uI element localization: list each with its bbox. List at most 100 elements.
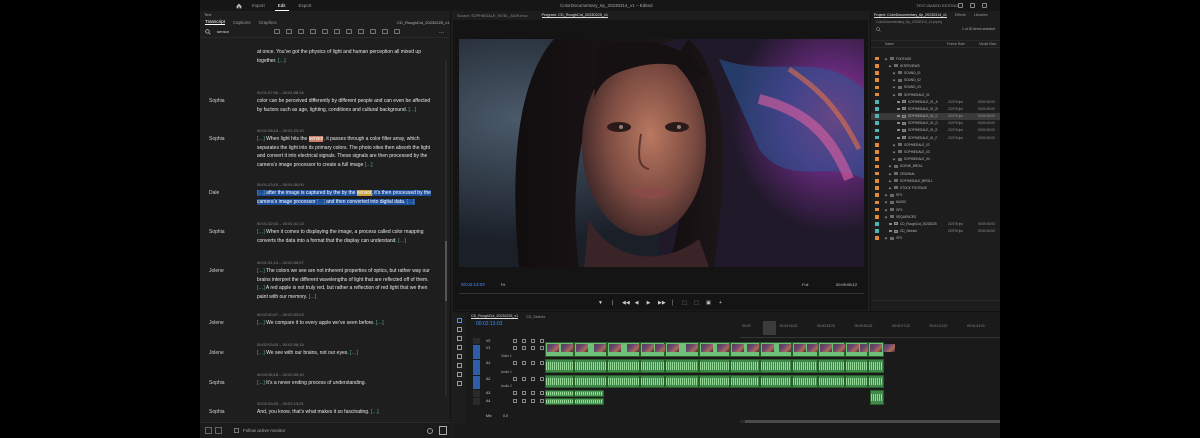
audio-clip[interactable]	[760, 359, 792, 373]
color-label[interactable]	[875, 78, 879, 82]
tab-effects[interactable]: Effects	[955, 13, 966, 17]
disclosure-triangle-icon[interactable]	[892, 71, 896, 75]
source-patch[interactable]	[473, 360, 480, 375]
transcript-line[interactable]: together. […]	[257, 58, 286, 64]
transcript-settings-icon[interactable]	[205, 427, 212, 434]
transcript-paragraph[interactable]: Sophia 00:01:08;18 – 00:01:23;10 […] When …	[200, 128, 445, 168]
color-label[interactable]	[875, 150, 879, 154]
workspaces-icon[interactable]	[958, 3, 963, 8]
monitor-time-ruler[interactable]	[459, 290, 864, 294]
mute-icon[interactable]	[531, 399, 535, 403]
project-item-row[interactable]: SOPHIEDALE_01_F 23.976 fps 00:00:00:00	[871, 134, 1000, 141]
tab-project[interactable]: Project: ColorDocumentary_6p_20230314_v1	[874, 13, 947, 18]
tab-libraries[interactable]: Libraries	[974, 13, 988, 17]
project-item-row[interactable]: INTERVIEWS	[871, 62, 1000, 69]
source-monitor-tab[interactable]: Source: SOPHIEDALE_INTEL_A029.mov	[457, 14, 528, 18]
transcript-paragraph[interactable]: Dale 00:01:23;10 – 00:01:30;00 […] after t…	[200, 182, 445, 222]
sync-lock-icon[interactable]	[522, 361, 526, 365]
audio-clip[interactable]	[607, 359, 640, 373]
speaker-name[interactable]: Sophia	[209, 229, 225, 235]
clip-type-icon[interactable]	[897, 129, 900, 132]
toggle-output-icon[interactable]	[540, 346, 544, 350]
add-button[interactable]: +	[718, 300, 723, 306]
transcript-paragraph[interactable]: Jolene 00:01:41;14 – 00:02:00;07 […] The c…	[200, 260, 445, 300]
clip-type-icon[interactable]	[897, 136, 900, 139]
eye-icon[interactable]	[531, 346, 535, 350]
sync-lock-icon[interactable]	[522, 391, 526, 395]
clip-type-icon[interactable]	[897, 115, 900, 118]
audio-clip[interactable]	[574, 390, 604, 397]
lock-icon[interactable]	[513, 361, 517, 365]
audio-clip[interactable]	[792, 375, 818, 388]
extract-button[interactable]: ⬚	[694, 300, 699, 306]
transcript-scrollbar[interactable]	[445, 61, 447, 396]
clip-type-icon[interactable]	[897, 107, 900, 110]
mute-icon[interactable]	[531, 361, 535, 365]
transcript-line[interactable]: camera’s image processor […] and then co…	[257, 198, 415, 205]
mark-out-button[interactable]: │	[670, 300, 675, 306]
project-item-row[interactable]: SOUND_02	[871, 77, 1000, 84]
transcript-body[interactable]: at once. You’ve got the physics of light…	[200, 49, 445, 419]
nav-import[interactable]: Import	[249, 0, 268, 11]
column-media-start[interactable]: Media Start	[979, 42, 996, 46]
ripple-edit-icon[interactable]	[457, 336, 462, 341]
disclosure-triangle-icon[interactable]	[888, 179, 892, 183]
speaker-name[interactable]: Dale	[209, 190, 219, 196]
step-back-button[interactable]: ◀◀	[622, 300, 630, 306]
quick-export-icon[interactable]	[970, 3, 975, 8]
transcript-line[interactable]: […] A red apple is not truly red, but ra…	[257, 285, 427, 291]
next-result-icon[interactable]	[286, 29, 292, 34]
transcript-line[interactable]: […] The colors we see are not inherent p…	[257, 268, 430, 274]
tab-captions[interactable]: Captions	[233, 20, 251, 25]
transcript-line[interactable]: at once. You’ve got the physics of light…	[257, 49, 421, 55]
project-item-row[interactable]: MUSIC	[871, 199, 1000, 206]
search-icon[interactable]	[205, 28, 211, 35]
project-item-row[interactable]: SOUND_01	[871, 69, 1000, 76]
overwrite-icon[interactable]	[358, 29, 364, 34]
audio-clip[interactable]	[730, 359, 760, 373]
project-item-row[interactable]: SOPHIEDALE_03	[871, 148, 1000, 155]
track-header[interactable]: A4	[473, 398, 743, 405]
timeline-timecode[interactable]: 00:02:13:03	[476, 321, 502, 327]
speaker-name[interactable]: Jolene	[209, 268, 224, 274]
column-frame-rate[interactable]: Frame Rate	[947, 42, 979, 46]
resolution-select[interactable]: Full	[802, 282, 808, 287]
audio-clip[interactable]	[545, 359, 574, 373]
lock-icon[interactable]	[513, 391, 517, 395]
project-item-row[interactable]: FOOTAGE	[871, 55, 1000, 62]
color-label[interactable]	[875, 121, 879, 126]
color-label[interactable]	[875, 207, 879, 212]
project-item-row[interactable]: SEQUENCES	[871, 213, 1000, 220]
create-captions-icon[interactable]	[439, 426, 447, 435]
lock-icon[interactable]	[513, 399, 517, 403]
transcript-line[interactable]: paint with our memory. […]	[257, 294, 316, 300]
pause-icon[interactable]	[322, 29, 328, 34]
disclosure-triangle-icon[interactable]	[884, 215, 888, 219]
transcript-line[interactable]: color can be perceived differently by di…	[257, 98, 430, 104]
program-video-frame[interactable]	[459, 39, 864, 267]
zoom-fit-select[interactable]: Fit	[501, 282, 505, 287]
audio-clip[interactable]	[545, 390, 574, 397]
transcript-view-icon[interactable]	[215, 427, 222, 434]
disclosure-triangle-icon[interactable]	[884, 236, 888, 240]
pen-tool-icon[interactable]	[457, 363, 462, 368]
audio-clip[interactable]	[845, 375, 868, 388]
transcript-search-input[interactable]: sensor	[217, 29, 272, 34]
play-button[interactable]: ▶	[646, 300, 651, 306]
lock-icon[interactable]	[513, 346, 517, 350]
transcript-line[interactable]: brains interpret the different wavelengt…	[257, 277, 429, 283]
color-label[interactable]	[875, 186, 879, 190]
export-frame-button[interactable]: ▣	[706, 300, 711, 306]
color-label[interactable]	[875, 171, 879, 176]
clip-type-icon[interactable]	[889, 222, 892, 225]
speaker-name[interactable]: Sophia	[209, 98, 225, 104]
solo-icon[interactable]	[540, 377, 544, 381]
source-patch[interactable]	[473, 338, 480, 344]
more-options-icon[interactable]: ...	[439, 29, 444, 35]
sync-lock-icon[interactable]	[522, 346, 526, 350]
home-icon[interactable]	[236, 3, 242, 9]
transcript-paragraph[interactable]: at once. You’ve got the physics of light…	[200, 49, 445, 89]
video-clip[interactable]	[545, 342, 574, 357]
video-clip[interactable]	[640, 342, 667, 357]
project-item-row[interactable]: SOPHIEDALE_04	[871, 156, 1000, 163]
